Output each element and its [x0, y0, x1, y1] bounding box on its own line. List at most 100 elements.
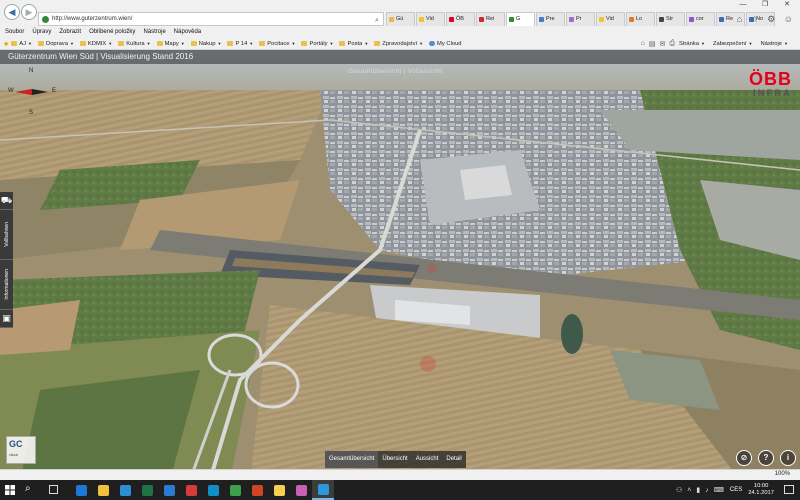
excel-icon — [141, 484, 153, 496]
browser-tab[interactable]: Lo — [626, 12, 655, 26]
close-button[interactable]: ✕ — [776, 0, 798, 10]
favorite-kultura[interactable]: Kultura ▼ — [118, 41, 151, 47]
taskbar-app-ie[interactable] — [312, 480, 334, 500]
help-button[interactable]: ? — [758, 450, 774, 466]
menu-napoveda[interactable]: Nápověda — [174, 29, 201, 35]
command-stranka[interactable]: Stránka ▼ — [679, 41, 705, 47]
taskbar-app-maps[interactable] — [202, 480, 224, 500]
reset-view-button[interactable]: ⊘ — [736, 450, 752, 466]
view-tab-ubersicht[interactable]: Übersicht — [378, 451, 411, 468]
browser-tab[interactable]: Str — [656, 12, 685, 26]
print-icon[interactable]: ⎙ — [669, 40, 675, 48]
favorite-posta[interactable]: Posta ▼ — [339, 41, 368, 47]
folder-icon — [11, 41, 18, 46]
chevron-down-icon: ▼ — [108, 41, 113, 46]
menu-soubor[interactable]: Soubor — [5, 29, 24, 35]
favorite-mapy[interactable]: Mapy ▼ — [156, 41, 185, 47]
favorite-kdmix[interactable]: KDMIX ▼ — [79, 41, 113, 47]
chevron-down-icon: ▼ — [419, 41, 424, 46]
side-tab-vollbahnen[interactable]: Vollbahnen — [0, 210, 13, 260]
taskbar-app-store[interactable] — [114, 480, 136, 500]
favorite-pocitace[interactable]: Pocitace ▼ — [259, 41, 295, 47]
obb-infra-logo: ÖBB INFRA — [726, 70, 792, 99]
taskbar-app-excel[interactable] — [136, 480, 158, 500]
keyboard-icon[interactable]: ⌨ — [714, 486, 724, 494]
favorite-p-14[interactable]: P 14 ▼ — [227, 41, 253, 47]
favorites-star-icon[interactable]: ★ — [3, 40, 9, 48]
command-zabezpeceni[interactable]: Zabezpečení ▼ — [713, 41, 753, 47]
folder-icon — [339, 41, 346, 46]
view-tab-detail[interactable]: Detail — [442, 451, 465, 468]
browser-tab[interactable]: ÖB — [446, 12, 475, 26]
start-button[interactable] — [0, 480, 20, 500]
taskbar-app-spreadsheet[interactable] — [224, 480, 246, 500]
favorite-label: AJ — [19, 40, 27, 47]
chevron-down-icon: ▼ — [364, 41, 369, 46]
home-icon[interactable]: ⌂ — [641, 40, 645, 47]
pinned-apps — [70, 480, 334, 500]
favorite-aj[interactable]: AJ ▼ — [11, 41, 32, 47]
browser-tab[interactable]: G — [506, 12, 535, 26]
forward-button[interactable]: ▶ — [21, 4, 37, 20]
browser-home-icons[interactable]: ⌂ ☆ ⚙ ☺ — [737, 14, 796, 25]
tab-favicon-icon — [479, 17, 484, 22]
tab-favicon-icon — [539, 17, 544, 22]
language-indicator[interactable]: CES — [730, 487, 742, 493]
up-arrow-icon[interactable]: ˄ — [687, 487, 691, 494]
taskbar-app-notes[interactable] — [268, 480, 290, 500]
address-input[interactable]: http://www.guterzentrum.wien/ ⌕ ▾ ⟳ ✕ — [38, 12, 384, 26]
aerial-3d-view[interactable] — [0, 50, 800, 480]
zoom-level[interactable]: 100% — [775, 471, 790, 477]
volume-icon[interactable]: ♪ — [705, 487, 709, 494]
tab-label: cor — [696, 16, 704, 22]
view-tab-gesamtubersicht[interactable]: Gesamtübersicht — [325, 451, 379, 468]
back-button[interactable]: ◀ — [4, 4, 20, 20]
clock[interactable]: 10:00 24.1.2017 — [748, 483, 774, 497]
screen-icon[interactable]: ▣ — [0, 310, 13, 328]
chevron-down-icon: ▼ — [291, 41, 296, 46]
search-refresh-icon[interactable]: ⌕ ▾ ⟳ ✕ — [375, 15, 383, 25]
minimize-button[interactable]: — — [732, 0, 754, 10]
browser-tab[interactable]: Rei — [476, 12, 505, 26]
favorite-nakup[interactable]: Nakup ▼ — [190, 41, 221, 47]
favorite-my-cloud[interactable]: My Cloud — [429, 41, 462, 47]
browser-tab[interactable]: cor — [686, 12, 715, 26]
search-icon[interactable]: ⌕ — [25, 483, 31, 494]
mail-icon[interactable]: ✉ — [660, 40, 666, 48]
taskbar-app-edge[interactable] — [70, 480, 92, 500]
favorite-zpravodajstvi[interactable]: Zpravodajství ▼ — [374, 41, 423, 47]
menu-zobrazit[interactable]: Zobrazit — [59, 29, 81, 35]
command-label: Zabezpečení — [712, 40, 747, 47]
task-view-icon[interactable] — [49, 485, 58, 494]
taskbar-app-explorer[interactable] — [92, 480, 114, 500]
notification-icon[interactable] — [784, 485, 794, 494]
rss-icon[interactable]: ▤ — [649, 40, 656, 48]
favorite-doprava[interactable]: Doprava ▼ — [38, 41, 74, 47]
menu-nastroje[interactable]: Nástroje — [143, 29, 165, 35]
browser-tab[interactable]: Vid — [416, 12, 445, 26]
chevron-down-icon: ▼ — [249, 41, 254, 46]
menu-upravy[interactable]: Úpravy — [32, 29, 51, 35]
truck-icon[interactable]: ⛟ — [0, 192, 13, 210]
browser-tab[interactable]: Pr — [566, 12, 595, 26]
view-tab-aussicht[interactable]: Aussicht — [412, 451, 443, 468]
browser-tab[interactable]: Pre — [536, 12, 565, 26]
taskbar-app-media[interactable] — [180, 480, 202, 500]
people-icon[interactable]: ⚇ — [676, 486, 682, 494]
network-icon[interactable]: ▮ — [696, 486, 700, 494]
side-tab-informationen[interactable]: Informationen — [0, 260, 13, 310]
taskbar-app-mail[interactable] — [158, 480, 180, 500]
command-nastroje[interactable]: Nástroje ▼ — [760, 41, 788, 47]
info-button[interactable]: i — [780, 450, 796, 466]
browser-tab[interactable]: Vid — [596, 12, 625, 26]
favorite-portaly[interactable]: Portály ▼ — [301, 41, 333, 47]
folder-icon — [227, 41, 234, 46]
folder-icon — [156, 41, 163, 46]
taskbar-app-photo[interactable] — [290, 480, 312, 500]
compass-control[interactable]: N S W E — [6, 68, 58, 120]
taskbar-app-ppt[interactable] — [246, 480, 268, 500]
browser-tab[interactable]: Gü — [386, 12, 415, 26]
menu-oblibene-polozky[interactable]: Oblíbené položky — [89, 29, 135, 35]
maximize-button[interactable]: ❐ — [754, 0, 776, 10]
media-icon — [185, 484, 197, 496]
